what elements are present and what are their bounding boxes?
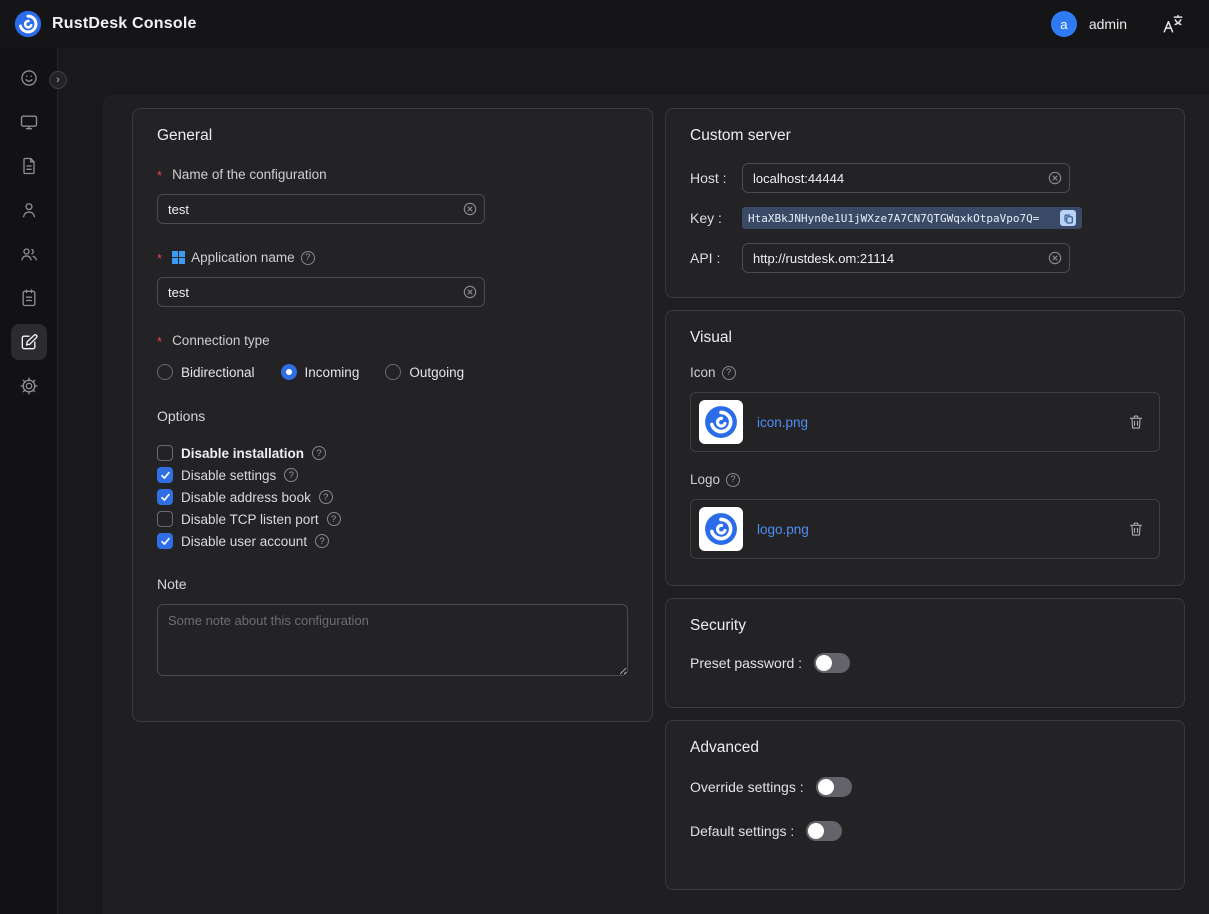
- advanced-card: Advanced Override settings : Default set…: [665, 720, 1185, 890]
- devices-icon[interactable]: [11, 104, 47, 140]
- checkbox[interactable]: [157, 511, 173, 527]
- content-zone: › General Name of the configuration: [58, 48, 1209, 914]
- logo-upload-box[interactable]: logo.png: [690, 499, 1160, 559]
- default-settings-row: Default settings :: [690, 821, 1160, 841]
- sidebar-expand-button[interactable]: ›: [49, 71, 67, 89]
- security-title: Security: [690, 617, 1160, 635]
- icon-label: Icon ?: [690, 365, 1160, 380]
- logo-preview-image: [699, 507, 743, 551]
- help-icon[interactable]: ?: [327, 512, 341, 526]
- radio-circle[interactable]: [281, 364, 297, 380]
- default-settings-toggle[interactable]: [806, 821, 842, 841]
- override-settings-toggle[interactable]: [816, 777, 852, 797]
- connection-type-radio-group: Bidirectional Incoming Outgoing: [157, 364, 628, 380]
- avatar-initial: a: [1060, 17, 1067, 32]
- copy-icon[interactable]: [1060, 210, 1076, 226]
- api-label: API :: [690, 250, 742, 266]
- general-card: General Name of the configuration Applic…: [132, 108, 653, 722]
- advanced-title: Advanced: [690, 739, 1160, 757]
- trash-icon[interactable]: [1127, 413, 1145, 431]
- rustdesk-logo-icon: [14, 10, 42, 38]
- configuration-name-input[interactable]: [157, 194, 485, 224]
- override-settings-row: Override settings :: [690, 777, 1160, 797]
- checkbox[interactable]: [157, 467, 173, 483]
- visual-title: Visual: [690, 329, 1160, 347]
- icon-file-link[interactable]: icon.png: [757, 415, 808, 430]
- user-icon[interactable]: [11, 192, 47, 228]
- top-header: RustDesk Console a admin: [0, 0, 1209, 48]
- settings-icon[interactable]: [11, 368, 47, 404]
- trash-icon[interactable]: [1127, 520, 1145, 538]
- left-sidebar: [0, 48, 58, 914]
- checkbox[interactable]: [157, 533, 173, 549]
- visual-card: Visual Icon ?: [665, 310, 1185, 586]
- user-name[interactable]: admin: [1089, 16, 1127, 32]
- radio-circle[interactable]: [157, 364, 173, 380]
- name-label: Name of the configuration: [157, 167, 628, 182]
- default-settings-label: Default settings :: [690, 823, 794, 839]
- preset-password-label: Preset password :: [690, 655, 802, 671]
- host-input[interactable]: [742, 163, 1070, 193]
- language-translate-icon[interactable]: [1161, 12, 1185, 36]
- clear-icon[interactable]: [463, 285, 477, 299]
- host-label: Host :: [690, 170, 742, 186]
- application-name-label: Application name ?: [157, 250, 628, 265]
- note-label: Note: [157, 576, 628, 592]
- option-disable-user-account[interactable]: Disable user account ?: [157, 530, 628, 552]
- logo-label: Logo ?: [690, 472, 1160, 487]
- options-label: Options: [157, 408, 628, 424]
- server-key-field[interactable]: HtaXBkJNHyn0e1U1jWXze7A7CN7QTGWqxkOtpaVp…: [742, 207, 1082, 229]
- checkbox[interactable]: [157, 445, 173, 461]
- smiley-status-icon[interactable]: [11, 60, 47, 96]
- radio-bidirectional[interactable]: Bidirectional: [157, 364, 255, 380]
- custom-client-icon[interactable]: [11, 324, 47, 360]
- security-card: Security Preset password :: [665, 598, 1185, 708]
- custom-server-card: Custom server Host : Key :: [665, 108, 1185, 298]
- general-title: General: [157, 127, 628, 145]
- server-key-value: HtaXBkJNHyn0e1U1jWXze7A7CN7QTGWqxkOtpaVp…: [748, 212, 1054, 225]
- preset-password-toggle[interactable]: [814, 653, 850, 673]
- option-disable-tcp-listen-port[interactable]: Disable TCP listen port ?: [157, 508, 628, 530]
- clear-icon[interactable]: [1048, 251, 1062, 265]
- icon-preview-image: [699, 400, 743, 444]
- help-icon[interactable]: ?: [315, 534, 329, 548]
- help-icon[interactable]: ?: [312, 446, 326, 460]
- radio-outgoing[interactable]: Outgoing: [385, 364, 464, 380]
- main-panel: General Name of the configuration Applic…: [103, 95, 1209, 914]
- help-icon[interactable]: ?: [301, 251, 315, 265]
- icon-upload-box[interactable]: icon.png: [690, 392, 1160, 452]
- logo-file-link[interactable]: logo.png: [757, 522, 809, 537]
- option-disable-address-book[interactable]: Disable address book ?: [157, 486, 628, 508]
- users-icon[interactable]: [11, 236, 47, 272]
- preset-password-row: Preset password :: [690, 653, 1160, 673]
- radio-incoming[interactable]: Incoming: [281, 364, 360, 380]
- option-disable-settings[interactable]: Disable settings ?: [157, 464, 628, 486]
- api-input[interactable]: [742, 243, 1070, 273]
- app-title: RustDesk Console: [52, 15, 197, 33]
- help-icon[interactable]: ?: [319, 490, 333, 504]
- checkbox[interactable]: [157, 489, 173, 505]
- documents-icon[interactable]: [11, 148, 47, 184]
- key-label: Key :: [690, 210, 742, 226]
- connection-type-label: Connection type: [157, 333, 628, 348]
- right-column: Custom server Host : Key :: [665, 108, 1185, 890]
- help-icon[interactable]: ?: [284, 468, 298, 482]
- clear-icon[interactable]: [1048, 171, 1062, 185]
- user-avatar[interactable]: a: [1051, 11, 1077, 37]
- note-textarea[interactable]: [157, 604, 628, 676]
- application-name-input[interactable]: [157, 277, 485, 307]
- help-icon[interactable]: ?: [726, 473, 740, 487]
- radio-circle[interactable]: [385, 364, 401, 380]
- windows-icon: [172, 251, 185, 264]
- clear-icon[interactable]: [463, 202, 477, 216]
- audit-log-icon[interactable]: [11, 280, 47, 316]
- custom-server-title: Custom server: [690, 127, 1160, 145]
- override-settings-label: Override settings :: [690, 779, 804, 795]
- option-disable-installation[interactable]: Disable installation ?: [157, 442, 628, 464]
- help-icon[interactable]: ?: [722, 366, 736, 380]
